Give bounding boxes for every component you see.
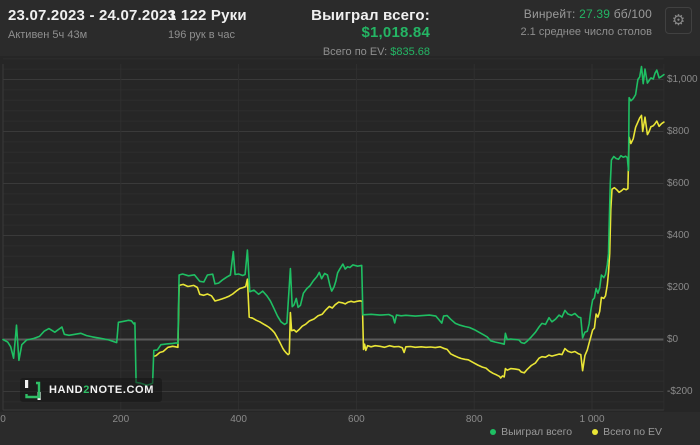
logo-post: NOTE.COM [89, 384, 154, 396]
y-tick-label: $1,000 [667, 73, 698, 85]
won-value: $1,018.84 [361, 24, 430, 41]
x-tick-label: 1 000 [579, 414, 605, 425]
y-tick-label: -$200 [667, 385, 693, 397]
date-range-group: 23.07.2023 - 24.07.2023 Активен 5ч 43м [8, 7, 176, 41]
x-tick-label: 800 [465, 414, 483, 425]
winnings-chart [2, 58, 665, 411]
active-time: Активен 5ч 43м [8, 29, 88, 41]
hand2note-session-window: 23.07.2023 - 24.07.2023 Активен 5ч 43м 1… [0, 0, 700, 445]
gear-icon: ⚙ [671, 12, 686, 29]
legend-dot-icon [490, 429, 497, 435]
logo-pre: HAND [49, 384, 84, 396]
y-tick-label: $600 [667, 177, 690, 189]
y-tick-label: $800 [667, 125, 690, 137]
x-tick-label: 400 [230, 414, 247, 425]
winnings-chart-panel [0, 56, 700, 412]
hands-per-hour: 196 рук в час [168, 29, 236, 41]
hand2note-logo-icon [25, 380, 41, 400]
won-group: Выиграл всего: $1,018.84 Всего по EV: $8… [255, 7, 430, 58]
winrate-units: бб/100 [613, 7, 652, 21]
y-tick-label: $200 [667, 281, 690, 293]
legend-dot-icon [592, 429, 599, 435]
legend-label: Выиграл всего [501, 426, 573, 438]
session-header: 23.07.2023 - 24.07.2023 Активен 5ч 43м 1… [0, 0, 700, 58]
y-tick-label: $400 [667, 229, 690, 241]
winrate-group: Винрейт: 27.39 бб/100 2.1 среднее число … [520, 7, 652, 38]
legend-item[interactable]: Выиграл всего [490, 426, 572, 438]
settings-gear-button[interactable]: ⚙ [665, 7, 692, 34]
hands-total: 1 122 Руки [168, 7, 247, 24]
y-tick-label: $0 [667, 333, 679, 345]
date-range: 23.07.2023 - 24.07.2023 [8, 7, 177, 24]
series-line-won [2, 65, 665, 387]
x-tick-label: 600 [348, 414, 365, 425]
winrate-label: Винрейт: [523, 7, 576, 21]
legend-label: Всего по EV [603, 426, 662, 438]
x-tick-label: 200 [112, 414, 130, 425]
x-tick-label: 0 [0, 414, 6, 425]
chart-legend: Выиграл всего Всего по EV [490, 426, 662, 438]
logo-num: 2 [83, 384, 90, 396]
won-total-line: Выиграл всего: $1,018.84 [255, 7, 430, 41]
legend-item[interactable]: Всего по EV [592, 426, 662, 438]
winrate-value: 27.39 [579, 7, 611, 21]
winrate-line: Винрейт: 27.39 бб/100 [520, 7, 652, 21]
avg-tables: 2.1 среднее число столов [520, 26, 652, 38]
hand2note-logo-text: HAND2NOTE.COM [49, 384, 154, 396]
hand2note-logo[interactable]: HAND2NOTE.COM [20, 378, 162, 402]
won-label: Выиграл всего: [311, 7, 430, 24]
hands-group: 1 122 Руки 196 рук в час [168, 7, 247, 41]
